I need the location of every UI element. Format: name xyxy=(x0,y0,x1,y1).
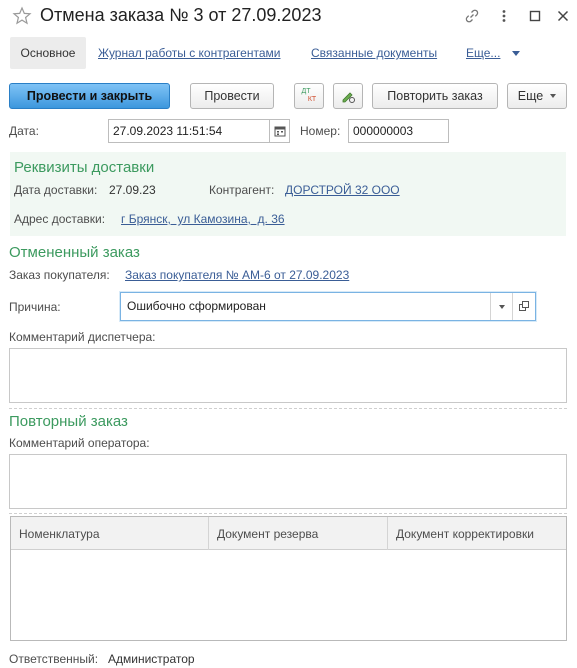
responsible-label: Ответственный: xyxy=(9,652,99,666)
more-vertical-icon[interactable] xyxy=(494,6,514,26)
tab-related-documents[interactable]: Связанные документы xyxy=(311,46,437,60)
post-button[interactable]: Провести xyxy=(190,83,274,109)
operator-comment-input[interactable] xyxy=(9,454,567,509)
favorite-star-icon[interactable] xyxy=(12,6,32,26)
dtkt-bottom: КТ xyxy=(307,96,317,103)
repeat-order-button[interactable]: Повторить заказ xyxy=(372,83,498,109)
section-divider xyxy=(9,513,567,514)
repeat-section-title: Повторный заказ xyxy=(9,413,128,430)
date-label: Дата: xyxy=(9,124,39,138)
tab-journal[interactable]: Журнал работы с контрагентами xyxy=(98,46,280,60)
date-field[interactable]: 27.09.2023 11:51:54 xyxy=(108,119,270,143)
delivery-section-title: Реквизиты доставки xyxy=(14,159,155,176)
tab-more-label: Еще... xyxy=(466,46,501,60)
column-header-nomenclature[interactable]: Номенклатура xyxy=(11,517,209,550)
tab-main[interactable]: Основное xyxy=(10,37,86,69)
dtkt-button[interactable]: ДТ КТ xyxy=(294,83,324,109)
section-divider xyxy=(9,408,567,409)
cancelled-section-title: Отмененный заказ xyxy=(9,244,140,261)
items-table[interactable]: Номенклатура Документ резерва Документ к… xyxy=(10,516,567,641)
reason-value: Ошибочно сформирован xyxy=(127,299,266,313)
more-actions-label: Еще xyxy=(517,89,544,103)
maximize-icon[interactable] xyxy=(525,6,545,26)
tab-more[interactable]: Еще... xyxy=(466,46,520,60)
dtkt-top: ДТ xyxy=(301,88,311,95)
column-header-reserve-document[interactable]: Документ резерва xyxy=(209,517,388,550)
edit-structure-button[interactable] xyxy=(333,83,363,109)
dispatcher-comment-input[interactable] xyxy=(9,348,567,403)
post-and-close-button[interactable]: Провести и закрыть xyxy=(9,83,170,109)
delivery-address-link[interactable]: г Брянск, ул Камозина, д. 36 xyxy=(121,212,285,226)
close-icon[interactable] xyxy=(553,6,573,26)
delivery-date-value: 27.09.23 xyxy=(109,183,156,197)
calendar-icon xyxy=(274,126,285,137)
number-label: Номер: xyxy=(300,124,341,138)
dispatcher-comment-label: Комментарий диспетчера: xyxy=(9,330,156,344)
reason-open-button[interactable] xyxy=(512,293,535,320)
responsible-value: Администратор xyxy=(108,652,195,666)
operator-comment-label: Комментарий оператора: xyxy=(9,436,150,450)
column-header-correction-document[interactable]: Документ корректировки xyxy=(388,517,566,550)
calendar-button[interactable] xyxy=(269,119,290,143)
contractor-link[interactable]: ДОРСТРОЙ 32 ООО xyxy=(285,183,400,197)
delivery-date-label: Дата доставки: xyxy=(14,183,98,197)
pencil-icon xyxy=(342,92,355,103)
dropdown-arrow-icon xyxy=(550,94,557,98)
link-icon[interactable] xyxy=(462,6,482,26)
contractor-label: Контрагент: xyxy=(209,183,275,197)
reason-dropdown-button[interactable] xyxy=(490,293,512,320)
dropdown-arrow-icon xyxy=(511,51,520,57)
more-actions-button[interactable]: Еще xyxy=(507,83,567,109)
customer-order-link[interactable]: Заказ покупателя № АМ-6 от 27.09.2023 xyxy=(125,268,349,282)
reason-select[interactable]: Ошибочно сформирован xyxy=(120,292,536,321)
table-header: Номенклатура Документ резерва Документ к… xyxy=(11,517,566,550)
dropdown-arrow-icon xyxy=(498,304,505,309)
reason-label: Причина: xyxy=(9,300,61,314)
open-window-icon xyxy=(518,301,529,311)
delivery-address-label: Адрес доставки: xyxy=(14,212,106,226)
number-field[interactable]: 000000003 xyxy=(348,119,449,143)
window-title: Отмена заказа № 3 от 27.09.2023 xyxy=(40,5,322,25)
customer-order-label: Заказ покупателя: xyxy=(9,268,110,282)
